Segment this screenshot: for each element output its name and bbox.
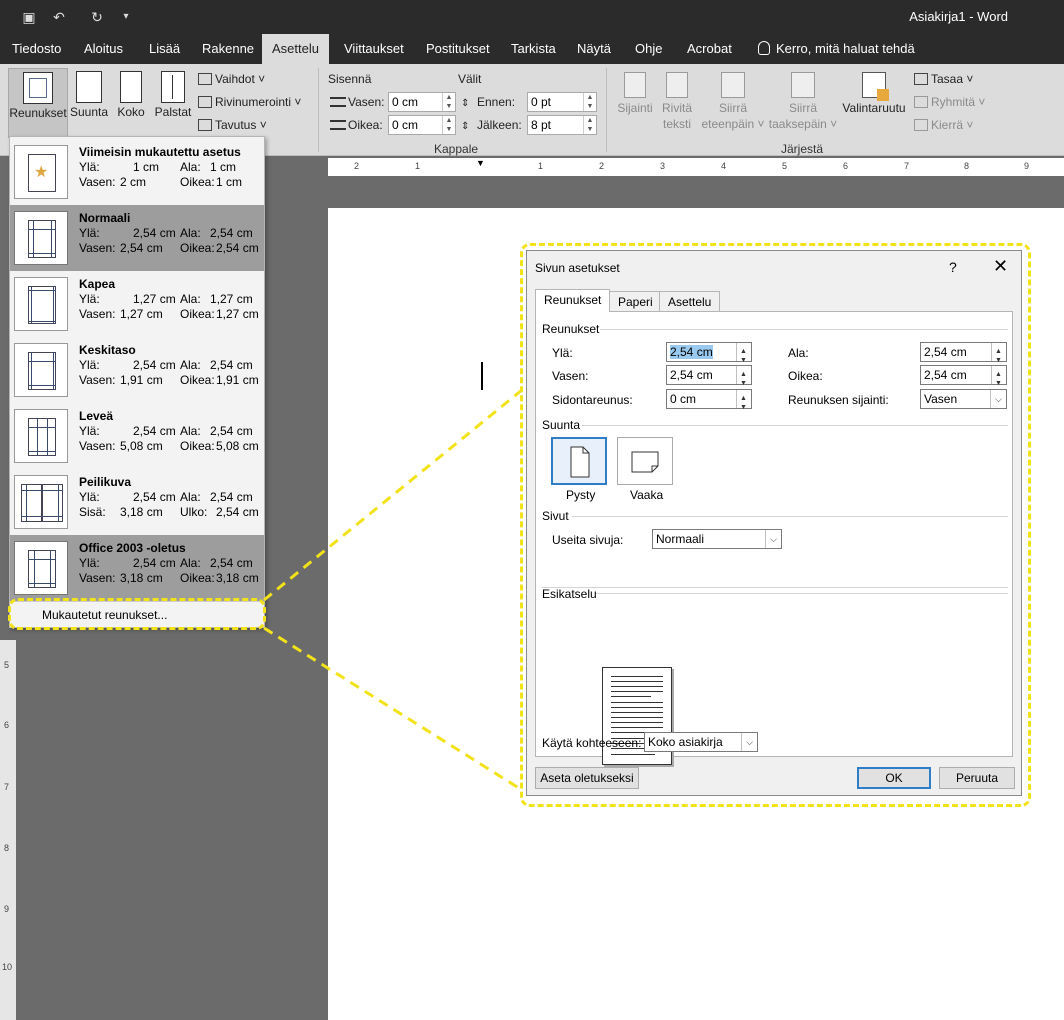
gutter-input[interactable]: 0 cm — [666, 389, 752, 417]
divider — [600, 329, 1008, 330]
landscape-label: Vaaka — [630, 488, 664, 502]
margins-section-title: Reunukset — [542, 322, 600, 336]
gutter-position-select[interactable]: Vasen ⌵ — [920, 389, 1007, 409]
spin-arrows-icon[interactable] — [736, 343, 751, 370]
preview-section-title: Esikatselu — [542, 587, 597, 601]
portrait-icon — [570, 446, 590, 478]
spin-arrows-icon[interactable] — [991, 343, 1006, 370]
help-icon[interactable]: ? — [949, 259, 957, 275]
apply-to-label: Käytä kohteeseen: — [542, 736, 642, 750]
tab-paper[interactable]: Paperi — [609, 291, 662, 311]
close-icon[interactable]: ✕ — [993, 257, 1008, 275]
multiple-pages-label: Useita sivuja: — [552, 533, 624, 547]
right-margin-input[interactable]: 2,54 cm — [920, 365, 1007, 393]
top-label: Ylä: — [552, 346, 573, 360]
ok-button[interactable]: OK — [857, 767, 931, 789]
gutter-position-label: Reunuksen sijainti: — [788, 393, 889, 407]
tab-layout-dialog[interactable]: Asettelu — [659, 291, 721, 311]
margins-tab-panel: Reunukset Ylä: 2,54 cm Ala: 2,54 cm Vase… — [535, 311, 1013, 765]
landscape-icon — [631, 451, 659, 473]
right-label: Oikea: — [788, 369, 823, 383]
chevron-down-icon[interactable]: ⌵ — [741, 733, 757, 751]
gutter-label: Sidontareunus: — [552, 393, 633, 407]
orientation-section-title: Suunta — [542, 418, 581, 432]
landscape-option[interactable] — [617, 437, 673, 485]
chevron-down-icon[interactable]: ⌵ — [990, 390, 1006, 408]
divider — [572, 516, 1008, 517]
portrait-option[interactable] — [551, 437, 607, 485]
dialog-title: Sivun asetukset — [535, 261, 620, 275]
spin-arrows-icon[interactable] — [991, 366, 1006, 393]
multiple-pages-select[interactable]: Normaali ⌵ — [652, 529, 782, 549]
left-label: Vasen: — [552, 369, 589, 383]
portrait-label: Pysty — [566, 488, 596, 502]
bottom-margin-input[interactable]: 2,54 cm — [920, 342, 1007, 370]
chevron-down-icon[interactable]: ⌵ — [765, 530, 781, 548]
left-margin-input[interactable]: 2,54 cm — [666, 365, 752, 393]
apply-to-select[interactable]: Koko asiakirja ⌵ — [644, 732, 758, 752]
bottom-label: Ala: — [788, 346, 809, 360]
page-setup-dialog: Sivun asetukset ? ✕ Reunukset Paperi Ase… — [526, 250, 1022, 796]
cancel-button[interactable]: Peruuta — [939, 767, 1015, 789]
set-as-default-button[interactable]: Aseta oletukseksi — [535, 767, 639, 789]
spin-arrows-icon[interactable] — [736, 366, 751, 393]
divider — [542, 587, 1008, 588]
tab-margins[interactable]: Reunukset — [535, 289, 611, 312]
divider — [596, 593, 1008, 594]
pages-section-title: Sivut — [542, 509, 569, 523]
top-margin-input[interactable]: 2,54 cm — [666, 342, 752, 370]
spin-arrows-icon[interactable] — [736, 390, 751, 417]
divider — [582, 425, 1008, 426]
